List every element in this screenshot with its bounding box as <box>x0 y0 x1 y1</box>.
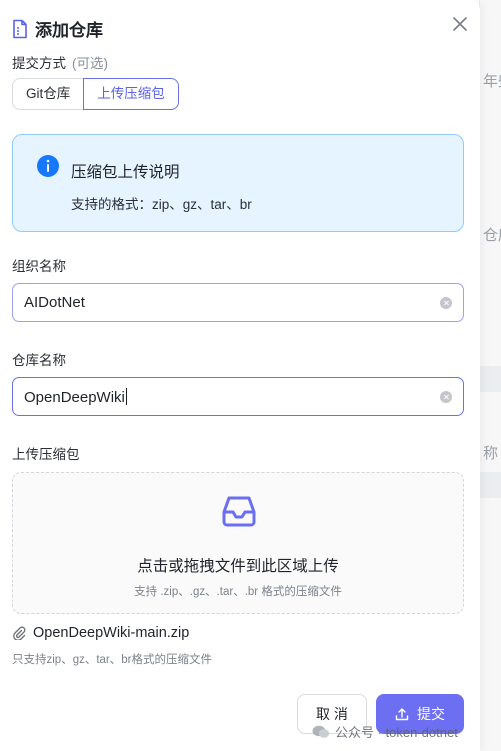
add-repository-dialog: 添加仓库 提交方式 (可选) Git仓库 上传压缩包 压缩包上传说明 支持的格式：… <box>0 0 480 751</box>
clear-icon[interactable] <box>440 297 452 309</box>
info-icon <box>37 155 59 177</box>
upload-archive-label: 上传压缩包 <box>12 447 80 462</box>
info-title: 压缩包上传说明 <box>71 164 180 181</box>
background-text: 仓库 <box>483 227 501 244</box>
dialog-title: 添加仓库 <box>35 21 103 40</box>
watermark-text: 公众号 · token-dotnet <box>335 725 458 740</box>
repo-name-text: OpenDeepWiki <box>24 388 127 406</box>
document-icon <box>13 19 27 38</box>
optional-hint: (可选) <box>72 56 108 71</box>
upload-help-text: 只支持zip、gz、tar、br格式的压缩文件 <box>12 654 212 666</box>
option-upload-archive[interactable]: 上传压缩包 <box>83 78 179 110</box>
info-description: 支持的格式：zip、gz、tar、br <box>71 197 252 212</box>
uploaded-file-item[interactable]: OpenDeepWiki-main.zip <box>12 625 189 641</box>
dropzone-title: 点击或拖拽文件到此区域上传 <box>137 558 339 575</box>
upload-icon <box>395 708 409 721</box>
submit-button-label: 提交 <box>417 706 445 722</box>
close-icon[interactable] <box>450 14 470 34</box>
paperclip-icon <box>13 626 26 640</box>
wechat-icon <box>312 725 330 738</box>
org-name-value: AIDotNet <box>24 294 85 311</box>
submit-method-toggle: Git仓库 上传压缩包 <box>12 78 179 110</box>
background-text: 称 <box>483 445 499 462</box>
watermark: 公众号 · token-dotnet <box>312 722 458 741</box>
dialog-header: 添加仓库 <box>12 16 103 41</box>
submit-method-label: 提交方式 (可选) <box>12 52 108 72</box>
background-band <box>480 472 501 498</box>
org-name-input[interactable]: AIDotNet <box>12 283 464 322</box>
text-caret <box>125 388 127 405</box>
background-text: 年些 <box>483 73 501 90</box>
repo-name-input[interactable]: OpenDeepWiki <box>12 377 464 416</box>
upload-dropzone[interactable]: 点击或拖拽文件到此区域上传 支持 .zip、.gz、.tar、.br 格式的压缩… <box>12 472 464 614</box>
clear-icon[interactable] <box>440 391 452 403</box>
upload-info-alert: 压缩包上传说明 支持的格式：zip、gz、tar、br <box>12 134 464 232</box>
repo-name-label: 仓库名称 <box>12 353 66 368</box>
org-name-label: 组织名称 <box>12 259 66 274</box>
background-band <box>480 366 501 392</box>
option-git-repo[interactable]: Git仓库 <box>12 78 85 110</box>
uploaded-file-name: OpenDeepWiki-main.zip <box>33 625 190 641</box>
inbox-icon <box>222 496 256 527</box>
submit-method-label-text: 提交方式 <box>12 56 66 71</box>
dropzone-hint: 支持 .zip、.gz、.tar、.br 格式的压缩文件 <box>134 586 342 598</box>
repo-name-value: OpenDeepWiki <box>24 389 125 406</box>
